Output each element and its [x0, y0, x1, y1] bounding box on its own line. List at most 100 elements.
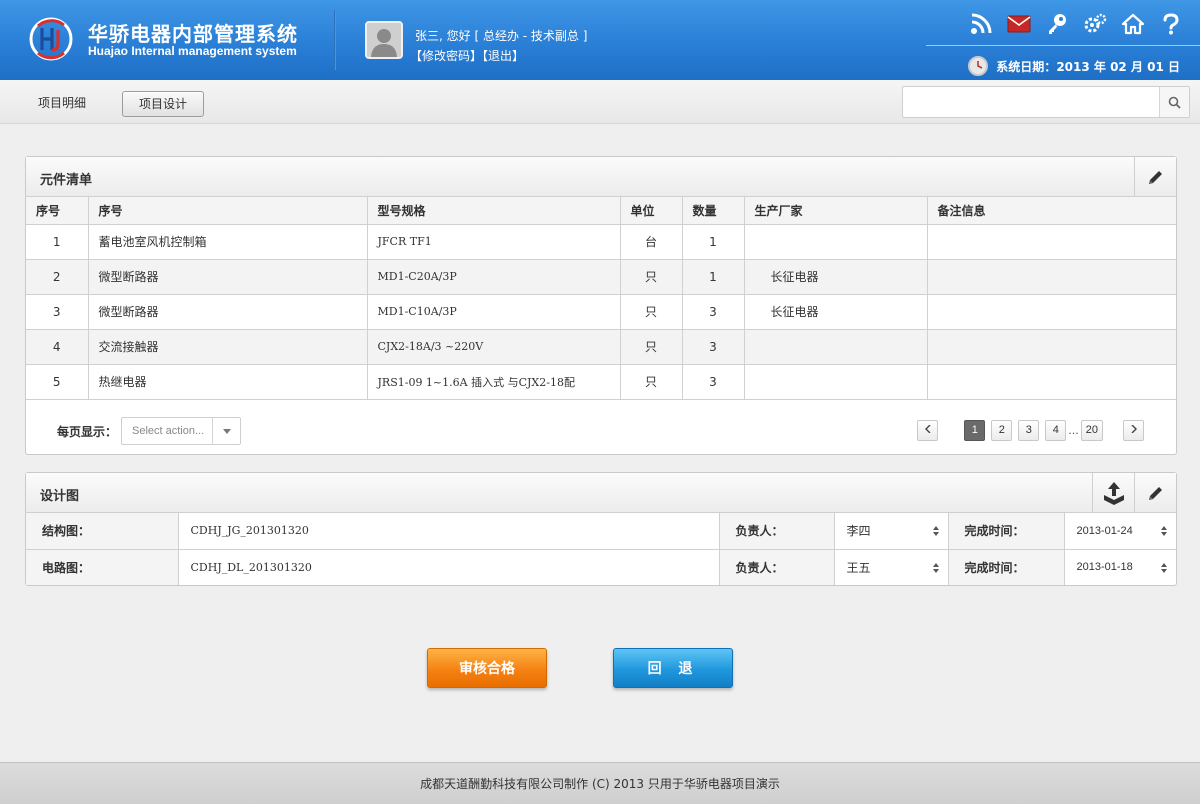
back-button[interactable]: 回 退 — [613, 648, 733, 688]
edit-design-button[interactable] — [1134, 473, 1176, 513]
help-icon[interactable] — [1158, 12, 1184, 36]
cell-qty: 1 — [682, 259, 745, 295]
table-row[interactable]: 5 热继电器 JRS1-09 1~1.6A 插入式 与CJX2-18配 只 3 — [26, 364, 1176, 400]
header-icon-bar — [968, 12, 1184, 36]
per-page-select[interactable]: Select action... — [121, 417, 241, 445]
structure-owner-value: 李四 — [846, 524, 871, 539]
search-input[interactable] — [903, 87, 1161, 117]
spinner-icon — [932, 526, 939, 536]
table-row[interactable]: 1 蓄电池室风机控制箱 JFCR TF1 台 1 — [26, 224, 1176, 260]
home-icon[interactable] — [1120, 12, 1146, 36]
page-button[interactable]: 1 — [964, 420, 986, 441]
circuit-owner-value: 王五 — [846, 560, 871, 575]
design-title: 设计图 — [40, 489, 80, 504]
cell-name: 蓄电池室风机控制箱 — [88, 224, 368, 260]
table-row[interactable]: 2 微型断路器 MD1-C20A/3P 只 1 长征电器 — [26, 259, 1176, 295]
column-header: 型号规格 — [367, 197, 621, 225]
structure-date-select[interactable]: 2013-01-24 — [1064, 513, 1176, 550]
approve-button[interactable]: 审核合格 — [427, 648, 547, 688]
circuit-owner-select[interactable]: 王五 — [834, 549, 949, 585]
search-button[interactable] — [1159, 87, 1189, 117]
structure-owner-select[interactable]: 李四 — [834, 513, 949, 550]
pencil-icon — [1148, 171, 1162, 184]
system-date-label: 系统日期： — [996, 59, 1057, 74]
app-header: 华骄电器内部管理系统 Huajao Internal management sy… — [0, 0, 1200, 80]
cell-no: 1 — [26, 224, 89, 260]
page-button[interactable]: 4 — [1045, 420, 1067, 441]
settings-icon[interactable] — [1082, 12, 1108, 36]
search-box — [902, 86, 1190, 118]
circuit-drawing-file[interactable]: CDHJ_DL_201301320 — [178, 549, 720, 585]
cell-no: 3 — [26, 294, 89, 330]
chevron-right-icon — [1131, 424, 1137, 434]
table-header-row: 序号 序号 型号规格 单位 数量 生产厂家 备注信息 — [26, 197, 1176, 225]
spinner-icon — [1161, 526, 1167, 536]
column-header: 数量 — [682, 197, 745, 225]
owner-label: 负责人： — [719, 549, 835, 585]
cell-note — [927, 294, 1176, 330]
key-icon[interactable] — [1044, 12, 1070, 36]
column-header: 序号 — [26, 197, 89, 225]
cell-qty: 3 — [682, 294, 745, 330]
components-panel-header: 元件清单 — [26, 157, 1176, 197]
cell-spec: MD1-C10A/3P — [367, 294, 621, 330]
page-button[interactable]: 3 — [1018, 420, 1040, 441]
cell-no: 5 — [26, 364, 89, 400]
cell-unit: 台 — [620, 224, 683, 260]
table-row[interactable]: 3 微型断路器 MD1-C10A/3P 只 3 长征电器 — [26, 294, 1176, 330]
page-button[interactable]: 2 — [991, 420, 1013, 441]
page-button[interactable]: 20 — [1080, 420, 1103, 441]
next-page-button[interactable] — [1123, 420, 1144, 441]
user-avatar[interactable] — [365, 21, 403, 59]
cell-qty: 3 — [682, 364, 745, 400]
page-ellipsis: ... — [1068, 424, 1079, 437]
chevron-down-icon — [212, 418, 240, 444]
cell-qty: 3 — [682, 329, 745, 365]
pencil-icon — [1148, 487, 1162, 500]
cell-spec: CJX2-18A/3 ~220V — [367, 329, 621, 365]
cell-maker — [744, 364, 928, 400]
cell-note — [927, 224, 1176, 260]
cell-name: 微型断路器 — [88, 294, 368, 330]
chevron-left-icon — [924, 424, 931, 434]
brand-logo — [28, 16, 74, 62]
brand-title: 华骄电器内部管理系统 — [88, 22, 298, 46]
per-page-placeholder: Select action... — [132, 425, 205, 437]
mail-icon[interactable] — [1006, 12, 1032, 36]
design-table: 结构图： CDHJ_JG_201301320 负责人： 李四 完成时间： 201… — [26, 513, 1176, 585]
footer: 成都天道酬勤科技有限公司制作 (C) 2013 只用于华骄电器项目演示 — [0, 762, 1200, 804]
system-date: 系统日期： 2013 年 02 月 01 日 — [968, 56, 1180, 76]
page-list: 1 2 3 4 ... 20 — [917, 420, 1144, 441]
cell-spec: JFCR TF1 — [367, 224, 621, 260]
tab-project-details[interactable]: 项目明细 — [22, 91, 102, 117]
cell-name: 交流接触器 — [88, 329, 368, 365]
cell-spec: MD1-C20A/3P — [367, 259, 621, 295]
structure-drawing-file[interactable]: CDHJ_JG_201301320 — [178, 513, 720, 550]
logout-link[interactable]: 【退出】 — [482, 49, 524, 63]
components-table: 序号 序号 型号规格 单位 数量 生产厂家 备注信息 1 蓄电池室风机控制箱 J… — [26, 197, 1176, 400]
circuit-date-value: 2013-01-18 — [1076, 561, 1133, 574]
upload-design-button[interactable] — [1092, 473, 1134, 513]
design-panel: 设计图 结构图： CDHJ_JG_201301320 负责人： 李四 完成时间：… — [25, 472, 1177, 586]
table-row[interactable]: 4 交流接触器 CJX2-18A/3 ~220V 只 3 — [26, 329, 1176, 365]
tab-project-design[interactable]: 项目设计 — [122, 91, 205, 117]
spinner-icon — [932, 562, 939, 573]
circuit-date-select[interactable]: 2013-01-18 — [1064, 549, 1176, 585]
design-row-circuit: 电路图： CDHJ_DL_201301320 负责人： 王五 完成时间： 201… — [26, 549, 1176, 585]
design-row-structure: 结构图： CDHJ_JG_201301320 负责人： 李四 完成时间： 201… — [26, 513, 1176, 550]
rss-icon[interactable] — [968, 12, 994, 36]
cell-note — [927, 364, 1176, 400]
cell-no: 4 — [26, 329, 89, 365]
brand-subtitle: Huajao Internal management system — [88, 44, 297, 58]
prev-page-button[interactable] — [917, 420, 939, 441]
completion-label: 完成时间： — [948, 549, 1065, 585]
system-date-value: 2013 年 02 月 01 日 — [1056, 59, 1180, 74]
change-password-link[interactable]: 【修改密码】 — [410, 49, 482, 63]
completion-label: 完成时间： — [948, 513, 1065, 550]
cell-spec: JRS1-09 1~1.6A 插入式 与CJX2-18配 — [367, 364, 621, 400]
per-page-label: 每页显示： — [57, 425, 118, 439]
cell-maker: 长征电器 — [744, 294, 928, 330]
cell-maker — [744, 329, 928, 365]
edit-components-button[interactable] — [1134, 157, 1176, 197]
upload-icon — [1103, 482, 1124, 505]
